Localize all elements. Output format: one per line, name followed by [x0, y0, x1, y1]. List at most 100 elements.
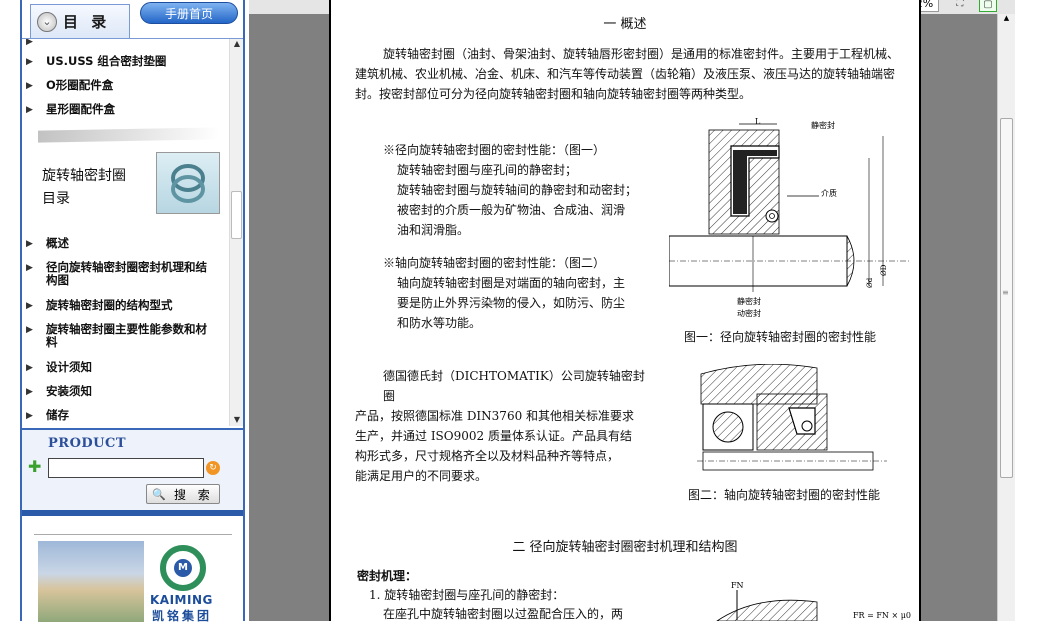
nav-item-overview[interactable]: ▶ 概述 — [26, 236, 211, 250]
axial-line: 和防水等功能。 — [397, 316, 482, 330]
radial-line: 旋转轴密封圈与座孔间的静密封； — [397, 163, 578, 177]
fig1-label-dynamic: 动密封 — [737, 308, 761, 318]
figure3-force-diagram: FN FR = FN × μ0 — [716, 581, 911, 621]
heading-mechanism: 二 径向旋转轴密封圈密封机理和结构图 — [512, 540, 738, 555]
sidebar-header: ⌄ 目 录 手册首页 — [22, 0, 243, 40]
bullet-icon: ▶ — [26, 387, 33, 397]
nav-item-label: 径向旋转轴密封圈密封机理和结构图 — [46, 260, 207, 287]
bullet-icon: ▶ — [26, 81, 33, 91]
factory-photo — [38, 541, 144, 622]
axial-line: 轴向旋转轴密封圈是对端面的轴向密封，主 — [397, 276, 626, 290]
section-divider — [38, 127, 218, 143]
radial-line: 旋转轴密封圈与旋转轴间的静密封和动密封； — [397, 183, 638, 197]
nav-item-star-ring-box[interactable]: ▶ 星形圈配件盒 — [26, 102, 211, 116]
nav-item-label: 储存 — [46, 408, 69, 422]
figure2-caption: 图二：轴向旋转轴密封圈的密封性能 — [688, 488, 881, 502]
radial-line: 油和润滑脂。 — [397, 223, 470, 237]
axial-title: ※轴向旋转轴密封圈的密封性能：（图二） — [383, 256, 606, 270]
radial-title: ※径向旋转轴密封圈的密封性能：（图一） — [383, 143, 606, 157]
nav-item-storage[interactable]: ▶ 储存 — [26, 408, 211, 422]
viewer-scroll-thumb[interactable] — [1000, 118, 1013, 478]
seal-thumbnail — [156, 152, 220, 214]
product-search-input[interactable] — [48, 458, 204, 478]
figure1-caption: 图一：径向旋转轴密封圈的密封性能 — [684, 330, 877, 344]
section-title: 旋转轴密封圈 目录 — [42, 165, 126, 211]
bullet-icon: ▶ — [26, 411, 33, 421]
sidebar-divider-bar — [22, 510, 243, 516]
grip-icon: ≡ — [1002, 288, 1009, 297]
nav-item-mechanism[interactable]: ▶ 径向旋转轴密封圈密封机理和结构图 — [26, 260, 211, 287]
nav-item-label: 星形圈配件盒 — [46, 102, 115, 116]
sidebar: ⌄ 目 录 手册首页 ▶ ▶ US.USS 组合密封垫圈 ▶ O形圈配件盒 ▶ … — [20, 0, 245, 623]
nav-item-label: O形圈配件盒 — [46, 78, 114, 92]
bullet-icon: ▶ — [26, 239, 33, 249]
section-title-line2: 目录 — [42, 191, 70, 207]
nav-item-o-ring-box[interactable]: ▶ O形圈配件盒 — [26, 78, 211, 92]
intro-paragraph: 旋转轴密封圈（油封、骨架油封、旋转轴唇形密封圈）是通用的标准密封件。主要用于工程… — [355, 47, 900, 101]
nav-scroll-thumb[interactable] — [231, 191, 242, 239]
nav-item-label: 设计须知 — [46, 360, 92, 374]
nav-item-structure[interactable]: ▶ 旋转轴密封圈的结构型式 — [26, 298, 211, 312]
scroll-up-icon[interactable]: ▲ — [230, 39, 243, 51]
fig1-label-L: L — [755, 117, 761, 126]
manual-home-button[interactable]: 手册首页 — [140, 2, 238, 24]
catalog-nav: ▶ ▶ US.USS 组合密封垫圈 ▶ O形圈配件盒 ▶ 星形圈配件盒 旋转轴密… — [22, 38, 243, 426]
chevron-down-icon: ⌄ — [37, 11, 57, 32]
scroll-down-icon[interactable]: ▼ — [230, 415, 243, 426]
refresh-icon[interactable]: ↻ — [206, 461, 220, 475]
company-name-cn: 凯铭集团 — [152, 609, 213, 623]
heading-overview: 一 概述 — [603, 17, 647, 32]
company-logo-icon: M — [160, 545, 206, 591]
axial-line: 要是防止外界污染物的侵入，如防污、防尘 — [397, 296, 626, 310]
fig1-label-static: 静密封 — [811, 120, 835, 130]
section-title-line1: 旋转轴密封圈 — [42, 168, 126, 184]
mechanism-text1: 在座孔中旋转轴密封圈以过盈配合压入的，两 — [383, 607, 624, 621]
search-button[interactable]: 🔍 搜 索 — [146, 484, 220, 504]
tab-catalog[interactable]: ⌄ 目 录 — [30, 4, 130, 38]
mechanism-label: 密封机理： — [357, 569, 418, 583]
nav-item-label: 概述 — [46, 236, 69, 250]
radial-seal-text: ※径向旋转轴密封圈的密封性能：（图一） 旋转轴密封圈与座孔间的静密封； 旋转轴密… — [383, 140, 673, 240]
figure2-axial-seal-diagram — [697, 364, 887, 471]
tab-catalog-label: 目 录 — [63, 13, 111, 31]
fit-width-icon[interactable]: ▢ — [979, 0, 997, 12]
figure1-radial-seal-diagram: L 静密封 介质 ØD Ød 静密封 动密封 — [669, 117, 909, 318]
nav-scrollbar[interactable]: ▲ ▼ — [229, 39, 243, 426]
product-search-panel: PRODUCT ✚ ↻ 🔍 搜 索 — [22, 428, 243, 510]
bullet-icon: ▶ — [26, 301, 33, 311]
mechanism-item1: 1. 旋转轴密封圈与座孔间的静密封： — [369, 588, 565, 602]
company-banner[interactable]: M KAIMING 凯铭集团 — [34, 534, 232, 623]
company-line: 产品，按照德国标准 DIN3760 和其他相关标准要求 — [355, 409, 635, 423]
search-button-label: 搜 索 — [173, 487, 214, 502]
nav-item-us-uss[interactable]: ▶ US.USS 组合密封垫圈 — [26, 54, 211, 68]
bullet-icon: ▶ — [26, 325, 33, 335]
bullet-icon: ▶ — [26, 263, 33, 273]
fig1-label-static2: 静密封 — [737, 296, 761, 306]
pdf-page: 一 概述 旋转轴密封圈（油封、骨架油封、旋转轴唇形密封圈）是通用的标准密封件。主… — [329, 0, 921, 621]
nav-item-design[interactable]: ▶ 设计须知 — [26, 360, 211, 374]
right-panel — [1015, 0, 1042, 621]
axial-seal-text: ※轴向旋转轴密封圈的密封性能：（图二） 轴向旋转轴密封圈是对端面的轴向密封，主 … — [383, 253, 673, 333]
company-paragraph: 德国德氏封（DICHTOMATIK）公司旋转轴密封圈 产品，按照德国标准 DIN… — [355, 366, 645, 486]
bullet-icon: ▶ — [26, 105, 33, 115]
nav-item-parameters[interactable]: ▶ 旋转轴密封圈主要性能参数和材料 — [26, 322, 211, 349]
fig3-label-fn: FN — [731, 581, 744, 590]
fit-page-icon[interactable]: ⛶ — [951, 0, 969, 12]
nav-item-label: US.USS 组合密封垫圈 — [46, 54, 167, 68]
viewer-scrollbar[interactable]: ▲ ≡ — [997, 14, 1015, 621]
company-line: 能满足用户的不同要求。 — [355, 469, 488, 483]
bullet-icon: ▶ — [26, 57, 33, 67]
nav-item-label: 安装须知 — [46, 384, 92, 398]
nav-item-label: 旋转轴密封圈主要性能参数和材料 — [46, 322, 207, 349]
fig1-label-d: Ød — [866, 277, 874, 288]
scroll-up-icon[interactable]: ▲ — [998, 14, 1015, 22]
product-title: PRODUCT — [48, 436, 127, 451]
radial-line: 被密封的介质一般为矿物油、合成油、润滑 — [397, 203, 626, 217]
nav-item-label: 旋转轴密封圈的结构型式 — [46, 298, 173, 312]
fig1-label-medium: 介质 — [821, 188, 837, 198]
bullet-icon: ▶ — [26, 363, 33, 373]
bullet-icon: ▶ — [26, 38, 33, 47]
nav-item-partial[interactable]: ▶ — [26, 39, 211, 48]
company-line: 德国德氏封（DICHTOMATIK）公司旋转轴密封圈 — [383, 369, 645, 403]
nav-item-install[interactable]: ▶ 安装须知 — [26, 384, 211, 398]
